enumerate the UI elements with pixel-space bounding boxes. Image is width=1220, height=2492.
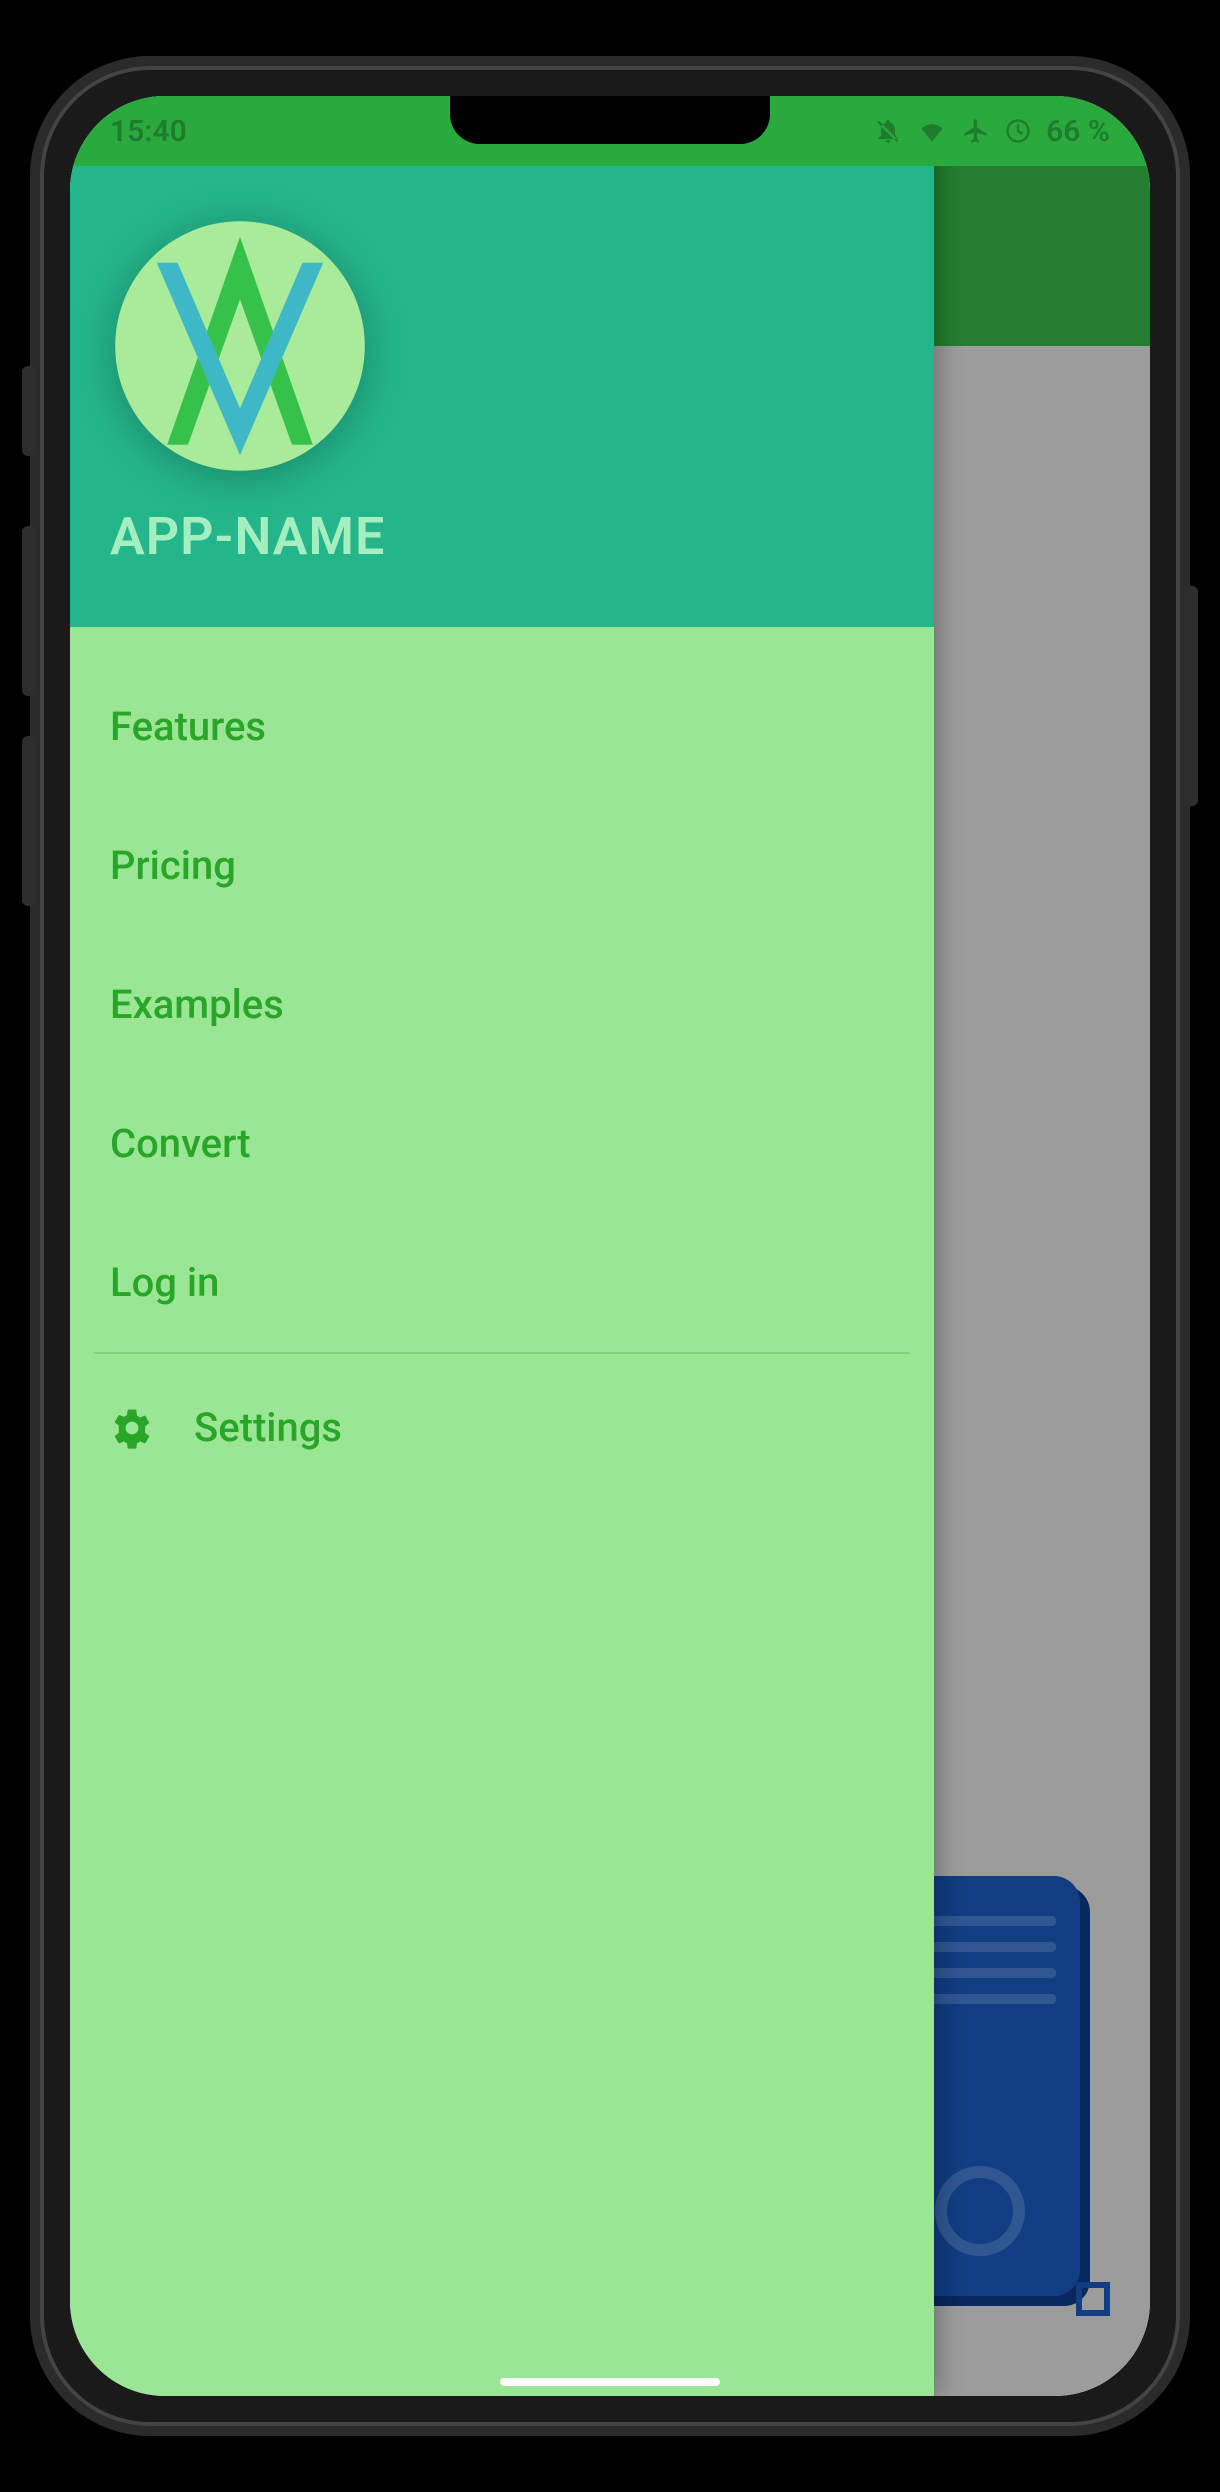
drawer-item-login[interactable]: Log in — [70, 1213, 934, 1352]
drawer-header: APP-NAME — [70, 96, 934, 627]
drawer-item-label: Log in — [110, 1259, 219, 1306]
phone-side-button — [22, 736, 36, 906]
drawer-list: Features Pricing Examples Convert Log in — [70, 627, 934, 1531]
phone-side-button — [22, 526, 36, 696]
drawer-item-settings[interactable]: Settings — [70, 1354, 934, 1501]
phone-notch — [450, 96, 770, 144]
home-indicator[interactable] — [500, 2378, 720, 2386]
drawer-item-label: Convert — [110, 1120, 251, 1167]
bell-off-icon — [874, 117, 902, 145]
drawer-item-label: Features — [110, 703, 266, 750]
drawer-item-label: Examples — [110, 981, 284, 1028]
status-time: 15:40 — [110, 114, 187, 149]
drawer-app-name: APP-NAME — [110, 506, 894, 567]
wifi-icon — [916, 117, 948, 145]
drawer-item-pricing[interactable]: Pricing — [70, 796, 934, 935]
navigation-drawer: APP-NAME Features Pricing Examples Conve… — [70, 96, 934, 2396]
airplane-icon — [962, 117, 990, 145]
drawer-item-examples[interactable]: Examples — [70, 935, 934, 1074]
drawer-item-features[interactable]: Features — [70, 657, 934, 796]
drawer-item-label: Settings — [194, 1404, 342, 1451]
battery-icon — [1004, 117, 1032, 145]
phone-screen: r app o rom ut and ill r App — [70, 96, 1150, 2396]
phone-side-button — [1184, 586, 1198, 806]
gear-icon — [110, 1406, 154, 1450]
drawer-item-convert[interactable]: Convert — [70, 1074, 934, 1213]
drawer-item-label: Pricing — [110, 842, 236, 889]
app-logo — [110, 216, 370, 476]
phone-side-button — [22, 366, 36, 456]
phone-frame: r app o rom ut and ill r App — [30, 56, 1190, 2436]
status-battery: 66 % — [1046, 114, 1110, 149]
